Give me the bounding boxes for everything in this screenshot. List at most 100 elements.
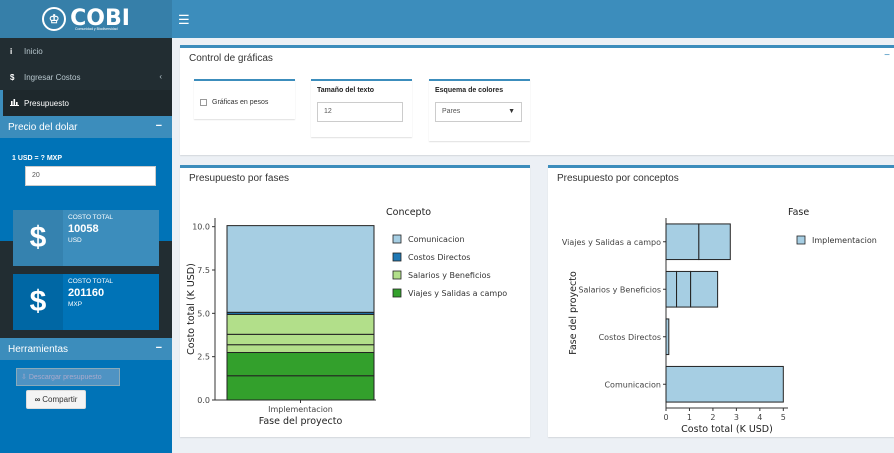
legend-title: Fase: [788, 207, 809, 218]
bar-chart-icon: [10, 98, 24, 108]
legend-label: Costos Directos: [408, 253, 470, 262]
pesos-control: Gráficas en pesos: [194, 79, 295, 119]
bar-segment: [676, 270, 692, 308]
bar-segment: [665, 318, 670, 356]
sidebar-item-label: Ingresar Costos: [24, 72, 81, 82]
bar-segment: [690, 270, 719, 308]
fases-chart-panel: Presupuesto por fases 0.0 2.5 5.0 7.5 10.0 Im…: [180, 165, 530, 437]
x-tick-label: Implementacion: [268, 405, 333, 414]
x-axis-title: Costo total (K USD): [681, 424, 773, 435]
control-panel: Control de gráficas − Gráficas en pesos …: [180, 45, 894, 155]
panel-title: Presupuesto por fases: [189, 173, 290, 184]
valuebox-label: COSTO TOTAL: [68, 278, 114, 285]
valuebox-label: COSTO TOTAL: [68, 214, 114, 221]
legend-swatch: [392, 252, 402, 262]
download-icon: ⇩: [21, 374, 27, 381]
checkbox-label: Gráficas en pesos: [212, 99, 269, 106]
chevron-left-icon: ‹: [159, 72, 162, 81]
sidebar-item-label: Inicio: [24, 46, 43, 56]
x-tick-label: 0: [663, 413, 668, 422]
legend-swatch: [392, 288, 402, 298]
sidebar-item-ingresar-costos[interactable]: $ Ingresar Costos ‹: [0, 64, 172, 90]
bar-segment: [665, 365, 784, 403]
y-tick-label: 0.0: [197, 396, 210, 405]
collapse-icon[interactable]: −: [156, 342, 162, 354]
esquema-control: Esquema de colores Pares ▼: [429, 79, 530, 141]
valuebox-value: 10058: [68, 223, 99, 235]
x-tick-label: 2: [710, 413, 715, 422]
herramientas-title: Herramientas: [8, 343, 69, 355]
x-tick-label: 4: [757, 413, 762, 422]
x-tick-label: 3: [734, 413, 739, 422]
descargar-button[interactable]: ⇩ Descargar presupuesto: [16, 368, 120, 386]
fases-chart: 0.0 2.5 5.0 7.5 10.0 Implementacion Fase del p…: [186, 207, 507, 427]
y-tick-label: 10.0: [192, 223, 210, 232]
x-tick-label: 5: [781, 413, 786, 422]
collapse-icon[interactable]: −: [884, 50, 890, 61]
descargar-label: Descargar presupuesto: [28, 373, 102, 381]
logo-subtitle: Comunidad y Biodiversidad: [75, 27, 118, 31]
bar-segment: [226, 344, 375, 354]
tamano-control: Tamaño del texto 12: [311, 79, 412, 137]
dollar-icon: $: [13, 274, 63, 330]
x-tick-label: 1: [687, 413, 692, 422]
y-tick-label: Viajes y Salidas a campo: [562, 238, 661, 247]
conceptos-chart-panel: Presupuesto por conceptos Comunicacion Co…: [548, 165, 894, 437]
legend-title: Concepto: [386, 207, 431, 218]
dropdown-caret-icon: ▼: [508, 108, 515, 115]
valuebox-value: 201160: [68, 287, 105, 299]
panel-title: Control de gráficas: [189, 53, 273, 64]
bar-segment: [665, 270, 678, 308]
sidebar-item-label: Presupuesto: [24, 98, 69, 108]
precio-dolar-header: Precio del dolar −: [0, 116, 172, 138]
y-tick-label: 5.0: [197, 309, 210, 318]
bar-segment: [226, 313, 375, 335]
sidebar: i Inicio $ Ingresar Costos ‹ Presupuesto…: [0, 38, 172, 453]
bar-segment: [226, 352, 375, 377]
bar-segment: [226, 225, 375, 313]
panel-title: Presupuesto por conceptos: [557, 173, 679, 184]
herramientas-box: Herramientas − ⇩ Descargar presupuesto ∞…: [0, 338, 172, 453]
legend-swatch: [392, 234, 402, 244]
y-axis-title: Costo total (K USD): [186, 263, 197, 355]
rate-label: 1 USD = ? MXP: [12, 155, 62, 162]
y-axis-title: Fase del proyecto: [568, 271, 579, 355]
valuebox-unit: MXP: [68, 301, 83, 308]
y-tick-label: 7.5: [197, 266, 210, 275]
legend-swatch: [392, 270, 402, 280]
bar-segment: [226, 333, 375, 346]
y-tick-label: Comunicacion: [604, 380, 661, 389]
bar-segment: [226, 375, 375, 401]
y-tick-label: Salarios y Beneficios: [578, 285, 661, 294]
bar-segment: [665, 223, 700, 261]
esquema-selected-value: Pares: [442, 108, 461, 115]
y-tick-label: 2.5: [197, 353, 210, 362]
legend-label: Comunicacion: [408, 235, 465, 244]
sidebar-item-inicio[interactable]: i Inicio: [0, 38, 172, 64]
compartir-button[interactable]: ∞ Compartir: [26, 390, 86, 409]
esquema-select[interactable]: Pares ▼: [435, 102, 522, 122]
precio-dolar-title: Precio del dolar: [8, 121, 78, 133]
valuebox-unit: USD: [68, 237, 82, 244]
esquema-label: Esquema de colores: [435, 87, 504, 94]
info-icon: i: [10, 46, 13, 56]
pesos-checkbox[interactable]: [200, 99, 207, 106]
logo[interactable]: ♔ COBI Comunidad y Biodiversidad: [0, 0, 172, 38]
y-tick-label: Costos Directos: [599, 333, 661, 342]
legend-label: Implementacion: [812, 236, 877, 245]
bar-segment: [698, 223, 731, 261]
legend-label: Viajes y Salidas a campo: [408, 289, 507, 298]
costo-usd-valuebox: $ COSTO TOTAL 10058 USD: [13, 210, 159, 266]
tamano-label: Tamaño del texto: [317, 87, 375, 94]
x-axis-title: Fase del proyecto: [259, 416, 343, 427]
dollar-icon: $: [10, 72, 15, 82]
pesos-checkbox-row[interactable]: Gráficas en pesos: [200, 99, 268, 106]
dollar-icon: $: [13, 210, 63, 266]
herramientas-header: Herramientas −: [0, 338, 172, 360]
tamano-input[interactable]: 12: [317, 102, 403, 122]
rate-input[interactable]: 20: [25, 166, 156, 186]
collapse-icon[interactable]: −: [156, 120, 162, 132]
hamburger-icon[interactable]: ☰: [178, 12, 190, 28]
costo-mxp-valuebox: $ COSTO TOTAL 201160 MXP: [13, 274, 159, 330]
sidebar-item-presupuesto[interactable]: Presupuesto: [0, 90, 172, 116]
